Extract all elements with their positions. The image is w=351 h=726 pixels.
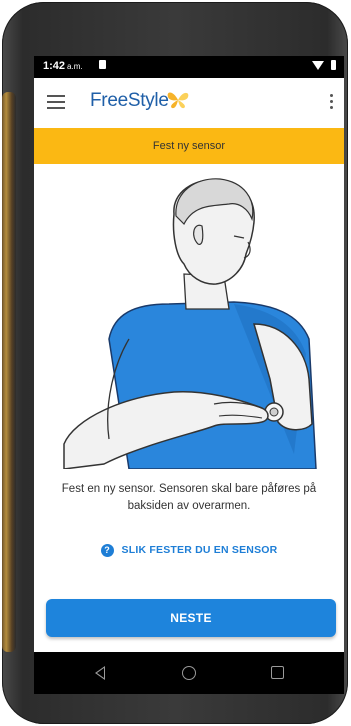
page-title: Fest ny sensor <box>152 140 226 152</box>
next-button[interactable]: NESTE <box>46 599 336 637</box>
brand-logo: FreeStyle <box>90 90 169 111</box>
instruction-text: Fest en ny sensor. Sensoren skal bare på… <box>61 483 317 512</box>
status-ampm: a.m. <box>67 62 83 71</box>
app-bar: FreeStyle <box>34 78 344 128</box>
phone-frame: 1:42 a.m. FreeStyle Fest ny sensor Fest … <box>2 2 348 724</box>
battery-icon <box>331 60 336 70</box>
status-bar: 1:42 a.m. <box>34 56 344 78</box>
phone-edge <box>2 92 16 652</box>
page-title-banner: Fest ny sensor <box>34 128 344 164</box>
wifi-icon <box>312 61 324 70</box>
sim-icon <box>99 60 106 69</box>
status-time-value: 1:42 <box>43 60 66 72</box>
status-time: 1:42 a.m. <box>43 60 83 72</box>
help-link-label: SLIK FESTER DU EN SENSOR <box>121 544 278 556</box>
back-icon[interactable] <box>95 666 105 680</box>
butterfly-logo-icon <box>167 92 189 109</box>
more-vert-icon[interactable] <box>330 94 334 110</box>
system-nav-bar <box>34 652 344 694</box>
recent-apps-icon[interactable] <box>271 666 284 679</box>
menu-icon[interactable] <box>47 95 65 109</box>
screen: 1:42 a.m. FreeStyle Fest ny sensor Fest … <box>34 56 344 694</box>
help-circle-icon: ? <box>100 543 114 557</box>
home-icon[interactable] <box>182 666 196 680</box>
how-to-apply-link[interactable]: ? SLIK FESTER DU EN SENSOR <box>34 539 344 561</box>
sensor-application-illustration <box>34 164 344 469</box>
